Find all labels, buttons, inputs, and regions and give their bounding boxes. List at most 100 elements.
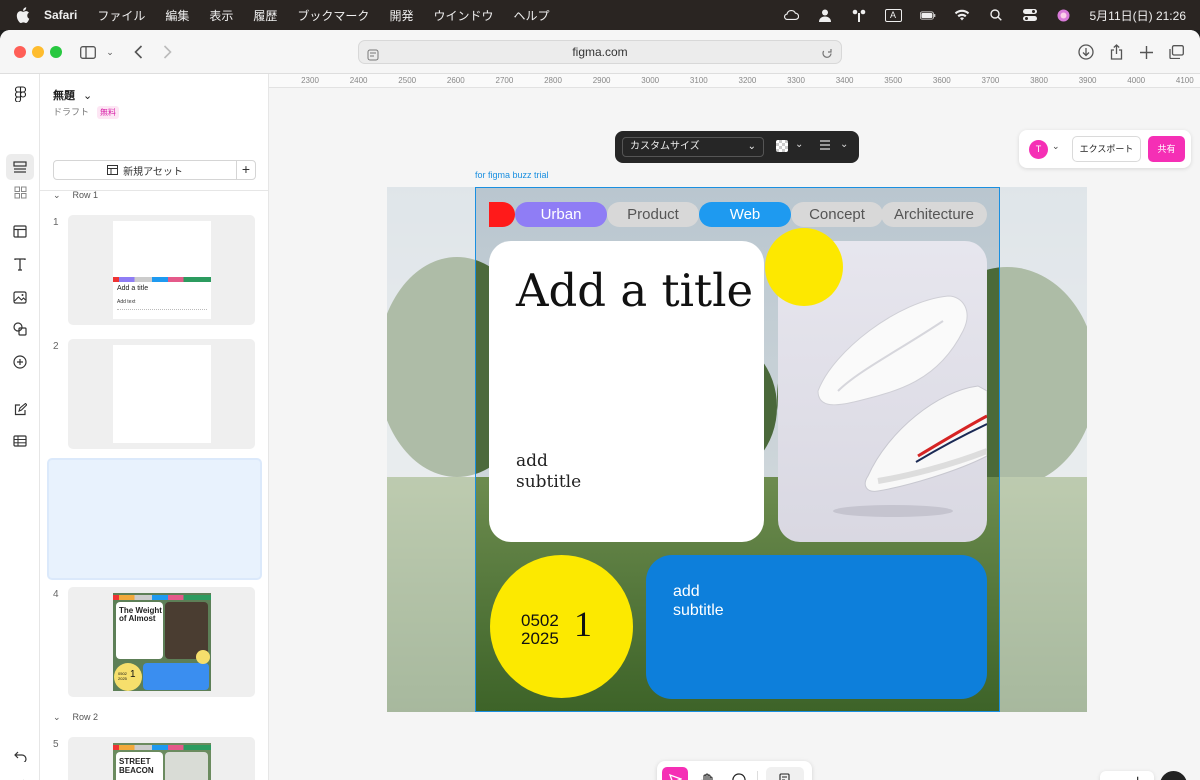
row-header[interactable]: ⌄ Row 1 [53,190,98,201]
design-canvas[interactable]: 2300 2400 2500 2600 2700 2800 2900 3000 3100 3200… [269,74,1200,780]
tab-overview-icon[interactable] [1166,42,1186,62]
menu-window[interactable]: ウインドウ [433,7,493,24]
slide-number-large[interactable]: 1 [574,603,592,645]
zoom-in-button[interactable]: + [1133,773,1142,780]
add-slide-button[interactable]: + [236,160,256,180]
reload-icon[interactable] [821,45,833,67]
row-header[interactable]: ⌄ Row 2 [53,712,98,723]
zoom-window-button[interactable] [50,46,62,58]
align-icon[interactable] [819,139,831,154]
chevron-down-icon[interactable]: ⌄ [53,712,61,722]
image-icon[interactable] [10,287,30,307]
new-asset-button[interactable]: 新規アセット [53,160,237,180]
redo-icon[interactable] [10,774,30,780]
downloads-icon[interactable] [1076,42,1096,62]
frame-label[interactable]: for figma buzz trial [475,170,549,180]
shapes-icon[interactable] [10,319,30,339]
slide-subtitle[interactable]: add subtitle [516,451,616,493]
forward-icon[interactable] [157,42,177,62]
slide-thumbnail-4[interactable]: The Weight of Almost 0502 2025 1 [68,587,255,697]
tag-chip-architecture[interactable]: Architecture [881,202,987,227]
minimize-window-button[interactable] [32,46,44,58]
menu-file[interactable]: ファイル [97,7,145,24]
slide-thumbnail-3-selected[interactable] [47,458,262,580]
tag-chip-concept[interactable]: Concept [791,202,883,227]
chevron-down-icon[interactable]: ⌄ [1052,141,1060,152]
share-button[interactable]: 共有 [1148,136,1185,162]
slide-thumbnail-5[interactable]: STREET BEACON [68,737,255,780]
blue-subtitle-card[interactable]: add subtitle [646,555,987,699]
yellow-circle-small[interactable] [765,228,843,306]
help-button[interactable]: ? [1160,771,1187,780]
title-card[interactable]: Add a title add subtitle [489,241,764,542]
spotlight-search-icon[interactable] [988,8,1004,22]
menu-develop[interactable]: 開発 [389,7,413,24]
chevron-down-icon[interactable]: ⌄ [100,42,120,62]
fill-swatch-icon[interactable] [776,140,788,152]
text-icon[interactable] [10,254,30,274]
close-window-button[interactable] [14,46,26,58]
undo-icon[interactable] [10,746,30,766]
wifi-icon[interactable] [954,8,970,22]
thumb-chips [113,595,211,600]
frame-size-select[interactable]: カスタムサイズ ⌄ [622,137,764,157]
slide-frame[interactable]: Urban Product Web Concept Architecture A… [475,187,1000,712]
battery-icon[interactable] [919,8,936,22]
new-tab-icon[interactable] [1136,42,1156,62]
slide-title[interactable]: Add a title [516,268,756,313]
blue-card-subtitle[interactable]: add subtitle [673,582,743,620]
creative-cloud-icon[interactable] [783,8,799,22]
file-name[interactable]: 無題 ⌄ [53,87,92,103]
menu-history[interactable]: 履歴 [253,7,277,24]
thumb-page [113,345,211,443]
plugins-icon[interactable] [10,352,30,372]
slides-view-icon[interactable] [6,154,34,180]
url-bar[interactable]: figma.com [358,40,842,64]
page-menu-icon[interactable] [367,46,379,68]
chevron-down-icon[interactable]: ⌄ [83,90,92,102]
grid-view-icon[interactable] [10,182,30,202]
comment-icon[interactable] [726,767,752,780]
airdrop-icon[interactable] [851,8,867,22]
input-source-icon[interactable]: A [884,8,902,22]
tag-chip-product[interactable]: Product [607,202,699,227]
menu-help[interactable]: ヘルプ [513,7,549,24]
plan-badge: 無料 [97,106,120,119]
layout-icon[interactable] [10,221,30,241]
control-center-icon[interactable] [1022,8,1038,22]
chevron-down-icon[interactable]: ⌄ [53,190,61,200]
slide-number: 5 [53,739,59,750]
tag-chip-web[interactable]: Web [699,202,791,227]
slide-thumbnail-2[interactable] [68,339,255,449]
thumb-date: 0502 2025 [118,671,127,681]
chevron-down-icon[interactable]: ⌄ [795,139,803,150]
tag-chip-urban[interactable]: Urban [515,202,607,227]
menu-edit[interactable]: 編集 [165,7,189,24]
menu-bookmarks[interactable]: ブックマーク [297,7,369,24]
figma-logo-icon[interactable] [10,84,30,104]
menubar-clock[interactable]: 5月11日(日) 21:26 [1090,7,1187,24]
menu-app-safari[interactable]: Safari [44,8,77,22]
template-icon[interactable] [766,767,804,780]
share-icon[interactable] [1106,42,1126,62]
horizontal-ruler: 2300 2400 2500 2600 2700 2800 2900 3000 3100 3200… [269,74,1200,88]
zoom-out-button[interactable]: − [1108,773,1117,780]
back-icon[interactable] [128,42,148,62]
slide-date[interactable]: 0502 2025 [521,612,565,648]
apple-icon[interactable] [16,7,30,23]
user-avatar[interactable]: T [1029,140,1048,159]
edit-icon[interactable] [10,399,30,419]
frame-red-tab[interactable] [489,202,515,227]
cursor-icon[interactable] [662,767,688,780]
date-circle[interactable]: 0502 2025 1 [490,555,633,698]
siri-icon[interactable] [1056,8,1072,22]
table-icon[interactable] [10,431,30,451]
export-button[interactable]: エクスポート [1072,136,1141,162]
chevron-down-icon[interactable]: ⌄ [840,139,848,150]
user-icon[interactable] [817,8,833,22]
menu-view[interactable]: 表示 [209,7,233,24]
thumb-subtitle: Add text [117,299,136,305]
hand-icon[interactable] [694,767,720,780]
sidebar-toggle-icon[interactable] [78,42,98,62]
slide-thumbnail-1[interactable]: Add a title Add text [68,215,255,325]
